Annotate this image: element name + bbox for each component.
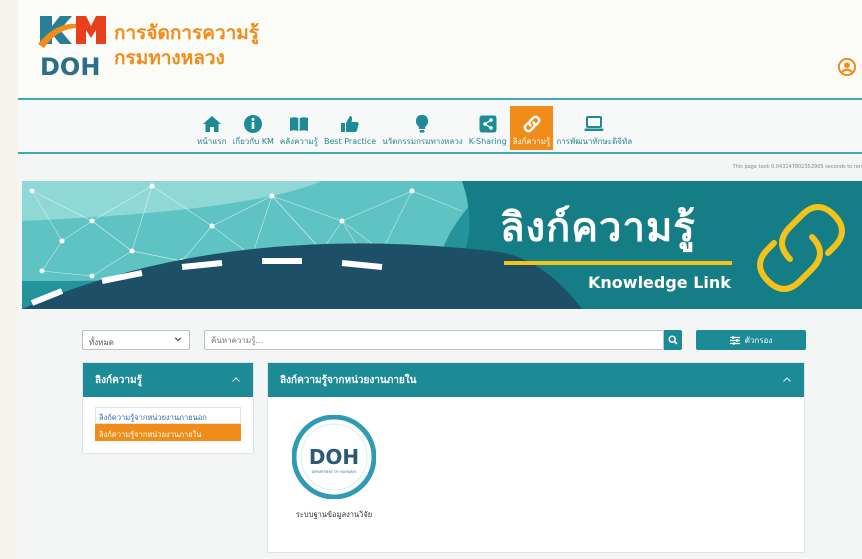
category-panel-header[interactable]: ลิงก์ความรู้ bbox=[83, 363, 253, 397]
logo-line2: กรมทางหลวง bbox=[114, 47, 225, 69]
main-nav: หน้าแรก เกี่ยวกับ KM คลังความรู้ Best Pr… bbox=[18, 102, 862, 154]
link-icon bbox=[523, 115, 540, 133]
chevron-up-icon bbox=[232, 377, 240, 382]
nav-item-k-sharing[interactable]: K-Sharing bbox=[466, 106, 510, 150]
category-list: ลิงก์ความรู้จากหน่วยงานภายนอก ลิงก์ความร… bbox=[95, 407, 241, 441]
sliders-icon bbox=[729, 335, 740, 345]
share-icon bbox=[479, 115, 497, 133]
link-card[interactable]: DOH DEPARTMENT OF HIGHWAYS ระบบฐานข้อมูล… bbox=[282, 415, 386, 521]
logo-line1: การจัดการความรู้ bbox=[114, 22, 260, 45]
nav-label: การพัฒนาทักษะดิจิทัล bbox=[556, 137, 633, 146]
km-doh-logo[interactable]: DOH การจัดการความรู้ กรมทางหลวง bbox=[38, 14, 268, 80]
category-select-value: ทั้งหมด bbox=[89, 338, 114, 347]
nav-label: ลิงก์ความรู้ bbox=[512, 137, 551, 146]
nav-item-knowledge-link[interactable]: ลิงก์ความรู้ bbox=[509, 106, 554, 150]
link-card-label: ระบบฐานข้อมูลงานวิจัย bbox=[295, 510, 373, 519]
links-panel: ลิงก์ความรู้จากหน่วยงานภายใน DOH DEPARTM… bbox=[267, 362, 805, 553]
nav-item-home[interactable]: หน้าแรก bbox=[194, 106, 230, 150]
lightbulb-icon bbox=[416, 115, 429, 133]
page-frame: DOH การจัดการความรู้ กรมทางหลวง หน้าแรก … bbox=[18, 0, 862, 559]
laptop-icon bbox=[584, 116, 604, 131]
nav-label: Best Practice bbox=[323, 137, 377, 146]
doh-logo-text: DOH bbox=[309, 445, 359, 469]
search-input[interactable] bbox=[204, 330, 664, 350]
doh-logo-caption: DEPARTMENT OF HIGHWAYS bbox=[312, 470, 357, 474]
search-icon bbox=[668, 335, 678, 345]
nav-item-best-practice[interactable]: Best Practice bbox=[321, 106, 379, 150]
page-timing-text: This page took 0.043147802352905 seconds… bbox=[732, 164, 862, 170]
km-mark bbox=[38, 16, 106, 48]
filter-row: ทั้งหมด ตัวกรอง bbox=[82, 330, 806, 350]
search-button[interactable] bbox=[664, 330, 682, 350]
category-panel-title: ลิงก์ความรู้ bbox=[95, 375, 142, 386]
nav-item-digital-skills[interactable]: การพัฒนาทักษะดิจิทัล bbox=[553, 106, 635, 150]
links-panel-title: ลิงก์ความรู้จากหน่วยงานภายใน bbox=[280, 375, 417, 386]
category-panel: ลิงก์ความรู้ ลิงก์ความรู้จากหน่วยงานภายน… bbox=[82, 362, 254, 454]
banner-subtitle: Knowledge Link bbox=[588, 273, 731, 292]
nav-label: K-Sharing bbox=[468, 137, 507, 146]
thumbs-up-icon bbox=[341, 116, 359, 132]
category-item-external[interactable]: ลิงก์ความรู้จากหน่วยงานภายนอก bbox=[95, 407, 241, 424]
site-header: DOH การจัดการความรู้ กรมทางหลวง bbox=[18, 0, 862, 100]
links-panel-header[interactable]: ลิงก์ความรู้จากหน่วยงานภายใน bbox=[268, 363, 804, 397]
nav-label: หน้าแรก bbox=[197, 137, 227, 146]
doh-logo: DOH DEPARTMENT OF HIGHWAYS bbox=[292, 415, 376, 499]
category-select[interactable]: ทั้งหมด bbox=[82, 330, 190, 350]
home-icon bbox=[202, 116, 221, 132]
category-item-internal[interactable]: ลิงก์ความรู้จากหน่วยงานภายใน bbox=[95, 424, 241, 441]
logo-doh-text: DOH bbox=[40, 53, 100, 80]
filter-button-label: ตัวกรอง bbox=[744, 335, 773, 345]
nav-label: เกี่ยวกับ KM bbox=[232, 137, 274, 146]
chevron-up-icon bbox=[783, 377, 791, 382]
nav-label: คลังความรู้ bbox=[279, 137, 318, 146]
nav-item-innovation[interactable]: นวัตกรรมกรมทางหลวง bbox=[379, 106, 466, 150]
nav-item-library[interactable]: คลังความรู้ bbox=[277, 106, 321, 150]
info-icon bbox=[244, 115, 263, 133]
banner-background bbox=[22, 181, 862, 309]
banner-title: ลิงก์ความรู้ bbox=[500, 205, 696, 251]
filter-button[interactable]: ตัวกรอง bbox=[696, 330, 806, 350]
nav-label: นวัตกรรมกรมทางหลวง bbox=[382, 137, 463, 146]
chevron-down-icon bbox=[174, 337, 182, 342]
banner-underline bbox=[504, 261, 732, 265]
book-icon bbox=[289, 117, 308, 131]
hero-banner: ลิงก์ความรู้ Knowledge Link bbox=[22, 181, 862, 309]
user-account-icon[interactable] bbox=[838, 58, 856, 76]
nav-item-about[interactable]: เกี่ยวกับ KM bbox=[230, 106, 277, 150]
